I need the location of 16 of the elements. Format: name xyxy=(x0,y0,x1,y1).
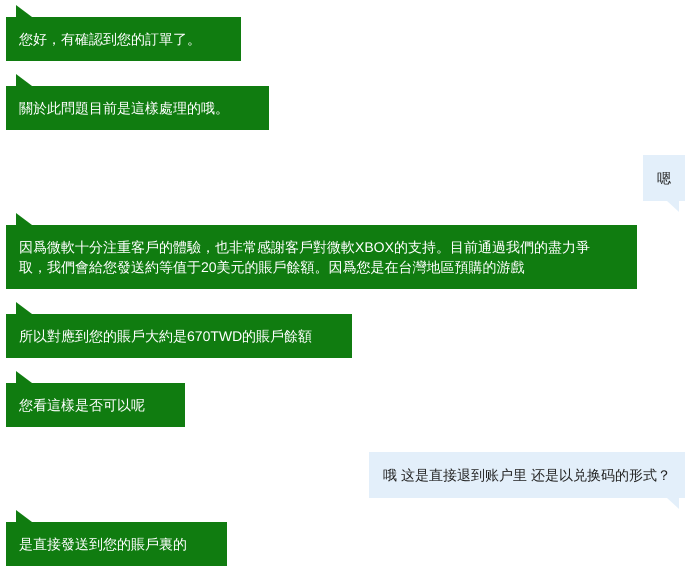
message-bubble: 嗯 xyxy=(643,155,685,201)
message-bubble: 關於此問題目前是這樣處理的哦。 xyxy=(6,86,269,130)
bubble-tail-icon xyxy=(667,498,679,509)
bubble-tab-icon xyxy=(16,371,32,383)
bubble-tab-icon xyxy=(16,510,32,522)
message-bubble: 您看這樣是否可以呢 xyxy=(6,383,185,427)
bubble-tab-icon xyxy=(16,302,32,314)
message-bubble: 所以對應到您的賬戶大約是670TWD的賬戶餘額 xyxy=(6,314,352,358)
bubble-tab-icon xyxy=(16,5,32,17)
bubble-tab-icon xyxy=(16,74,32,86)
bubble-tab-icon xyxy=(16,213,32,225)
message-bubble: 您好，有確認到您的訂單了。 xyxy=(6,17,241,61)
message-bubble: 因爲微軟十分注重客戶的體驗，也非常感謝客戶對微軟XBOX的支持。目前通過我們的盡力爭取，我們會給您發送約等值于20美元的賬戶餘額。因爲您是在台灣地區預購的游戲 xyxy=(6,225,637,289)
message-bubble: 哦 这是直接退到账户里 还是以兑换码的形式？ xyxy=(369,452,685,498)
bubble-tail-icon xyxy=(667,201,679,212)
message-bubble: 是直接發送到您的賬戶裏的 xyxy=(6,522,227,566)
